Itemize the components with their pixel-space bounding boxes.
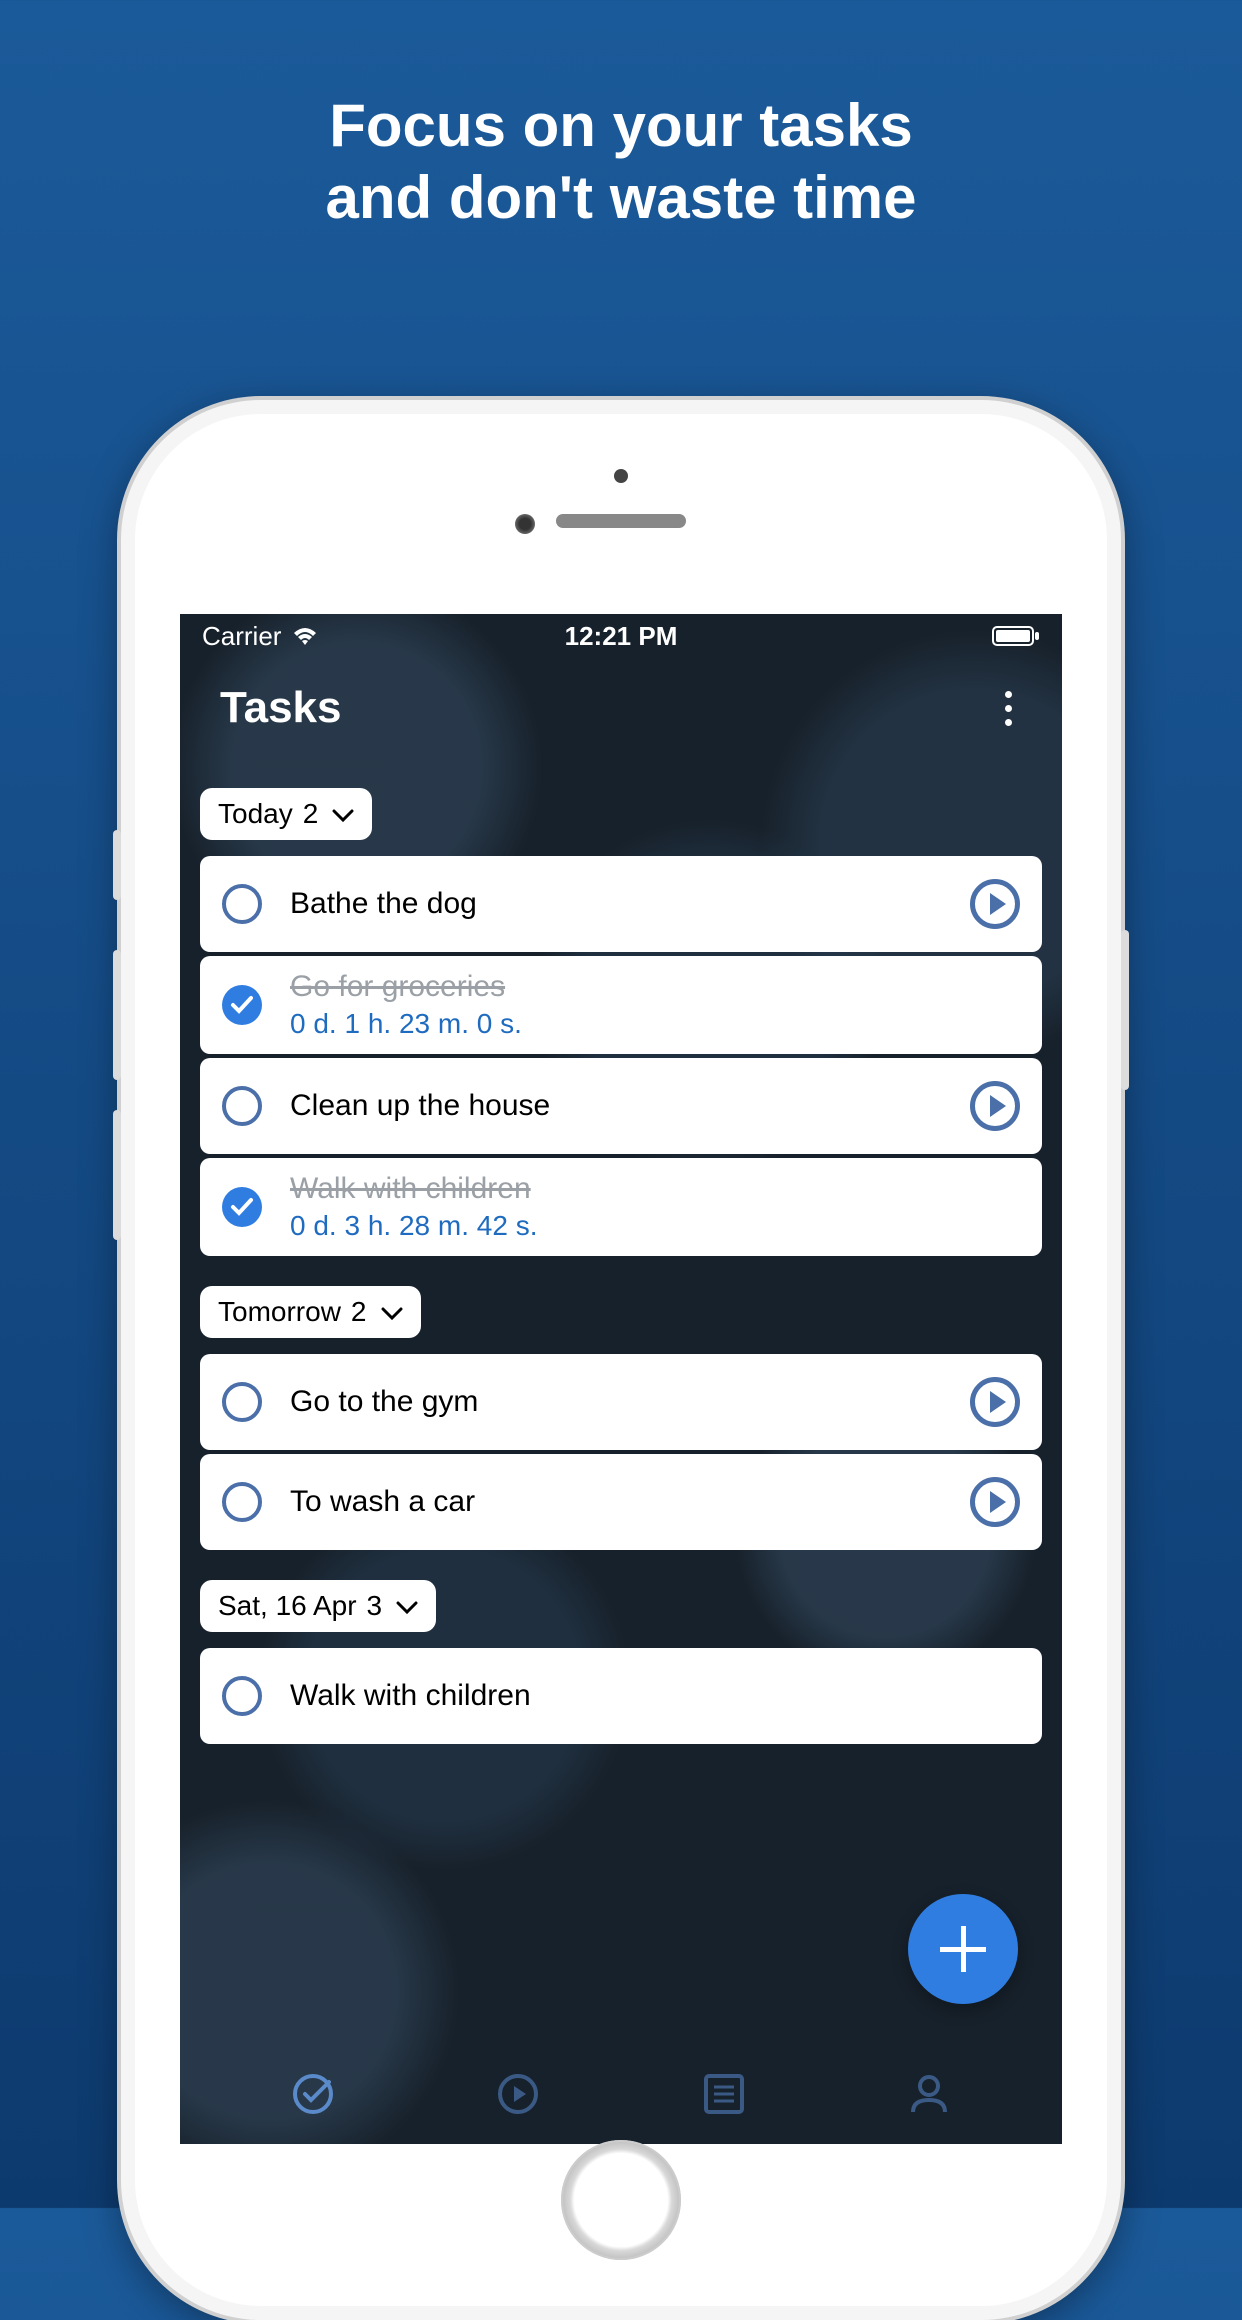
section-chip[interactable]: Tomorrow 2 — [200, 1286, 421, 1338]
phone-volume-down — [113, 1110, 121, 1240]
task-title: Bathe the dog — [290, 887, 942, 921]
nav-tasks-tab[interactable] — [287, 2068, 339, 2120]
status-bar: Carrier 12:21 PM — [180, 614, 1062, 658]
nav-bar: Tasks — [180, 658, 1062, 758]
section-count: 2 — [303, 798, 319, 830]
app-screen: Carrier 12:21 PM Tasks Today 2 Bathe the d… — [180, 614, 1062, 2144]
play-icon — [990, 1491, 1006, 1513]
status-time: 12:21 PM — [565, 621, 678, 652]
task-list: Go to the gym To wash a car — [200, 1354, 1042, 1550]
home-button[interactable] — [561, 2140, 681, 2260]
promo-headline: Focus on your tasks and don't waste time — [0, 0, 1242, 234]
phone-power-button — [1121, 930, 1129, 1090]
nav-list-tab[interactable] — [698, 2068, 750, 2120]
more-menu-button[interactable] — [995, 681, 1022, 736]
task-title: Go for groceries — [290, 970, 1020, 1004]
checkbox-empty-icon[interactable] — [222, 1482, 262, 1522]
play-button[interactable] — [970, 1377, 1020, 1427]
task-title: Walk with children — [290, 1679, 1020, 1713]
task-item[interactable]: Walk with children — [200, 1648, 1042, 1744]
task-list: Walk with children — [200, 1648, 1042, 1744]
task-body: Bathe the dog — [290, 887, 942, 921]
play-icon — [990, 1095, 1006, 1117]
task-title: To wash a car — [290, 1485, 942, 1519]
section-label: Today — [218, 798, 293, 830]
front-camera — [515, 514, 535, 534]
play-button[interactable] — [970, 1477, 1020, 1527]
section-chip[interactable]: Sat, 16 Apr 3 — [200, 1580, 436, 1632]
battery-icon — [992, 625, 1040, 647]
checkbox-empty-icon[interactable] — [222, 884, 262, 924]
chevron-down-icon — [381, 1296, 403, 1328]
phone-speaker — [556, 514, 686, 528]
phone-mute-switch — [113, 830, 121, 900]
checkbox-checked-icon[interactable] — [222, 1187, 262, 1227]
section-count: 3 — [367, 1590, 383, 1622]
phone-frame: Carrier 12:21 PM Tasks Today 2 Bathe the d… — [121, 400, 1121, 2320]
phone-volume-up — [113, 950, 121, 1080]
task-item[interactable]: To wash a car — [200, 1454, 1042, 1550]
play-button[interactable] — [970, 1081, 1020, 1131]
task-title: Go to the gym — [290, 1385, 942, 1419]
checkbox-checked-icon[interactable] — [222, 985, 262, 1025]
section-count: 2 — [351, 1296, 367, 1328]
task-body: To wash a car — [290, 1485, 942, 1519]
task-item[interactable]: Go to the gym — [200, 1354, 1042, 1450]
section-chip[interactable]: Today 2 — [200, 788, 372, 840]
task-item[interactable]: Walk with children 0 d. 3 h. 28 m. 42 s. — [200, 1158, 1042, 1256]
task-content[interactable]: Today 2 Bathe the dog Go for groceries 0 d. … — [180, 758, 1062, 2044]
plus-icon — [961, 1926, 966, 1972]
task-list: Bathe the dog Go for groceries 0 d. 1 h. 2… — [200, 856, 1042, 1256]
nav-profile-tab[interactable] — [903, 2068, 955, 2120]
section-label: Tomorrow — [218, 1296, 341, 1328]
task-title: Walk with children — [290, 1172, 1020, 1206]
task-title: Clean up the house — [290, 1089, 942, 1123]
play-icon — [990, 1391, 1006, 1413]
task-body: Go for groceries 0 d. 1 h. 23 m. 0 s. — [290, 970, 1020, 1040]
checkbox-empty-icon[interactable] — [222, 1086, 262, 1126]
task-body: Walk with children 0 d. 3 h. 28 m. 42 s. — [290, 1172, 1020, 1242]
task-item[interactable]: Go for groceries 0 d. 1 h. 23 m. 0 s. — [200, 956, 1042, 1054]
phone-bezel: Carrier 12:21 PM Tasks Today 2 Bathe the d… — [135, 414, 1107, 2306]
proximity-sensor — [614, 469, 628, 483]
checkbox-empty-icon[interactable] — [222, 1382, 262, 1422]
status-left: Carrier — [202, 621, 319, 652]
promo-line-1: Focus on your tasks — [0, 90, 1242, 162]
task-body: Go to the gym — [290, 1385, 942, 1419]
task-item[interactable]: Bathe the dog — [200, 856, 1042, 952]
task-body: Walk with children — [290, 1679, 1020, 1713]
task-duration: 0 d. 1 h. 23 m. 0 s. — [290, 1008, 1020, 1040]
task-item[interactable]: Clean up the house — [200, 1058, 1042, 1154]
promo-line-2: and don't waste time — [0, 162, 1242, 234]
carrier-label: Carrier — [202, 621, 281, 652]
bottom-nav — [180, 2044, 1062, 2144]
task-body: Clean up the house — [290, 1089, 942, 1123]
nav-timer-tab[interactable] — [492, 2068, 544, 2120]
play-button[interactable] — [970, 879, 1020, 929]
play-icon — [990, 893, 1006, 915]
chevron-down-icon — [396, 1590, 418, 1622]
page-title: Tasks — [220, 683, 342, 733]
wifi-icon — [291, 625, 319, 647]
chevron-down-icon — [332, 798, 354, 830]
add-task-button[interactable] — [908, 1894, 1018, 2004]
checkbox-empty-icon[interactable] — [222, 1676, 262, 1716]
task-duration: 0 d. 3 h. 28 m. 42 s. — [290, 1210, 1020, 1242]
section-label: Sat, 16 Apr — [218, 1590, 357, 1622]
